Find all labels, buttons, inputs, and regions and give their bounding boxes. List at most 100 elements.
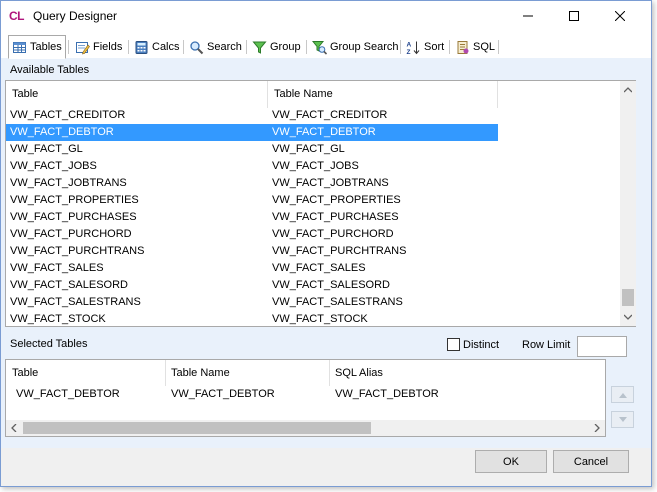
tab-label: Calcs — [152, 41, 180, 53]
minimize-button[interactable] — [505, 1, 551, 31]
tab-label: Tables — [30, 41, 62, 53]
table-row[interactable]: VW_FACT_DEBTOR VW_FACT_DEBTOR — [6, 124, 498, 141]
tab-separator — [68, 40, 69, 54]
distinct-checkbox[interactable] — [447, 338, 460, 351]
scroll-down-icon[interactable] — [624, 314, 632, 320]
selected-tables-label: Selected Tables — [10, 338, 88, 350]
table-row[interactable]: VW_FACT_STOCK VW_FACT_STOCK — [6, 311, 498, 328]
scroll-up-icon[interactable] — [624, 87, 632, 93]
tab-group[interactable]: Group — [249, 36, 304, 58]
cell-sql-alias: VW_FACT_DEBTOR — [335, 388, 439, 400]
cell-table-name: VW_FACT_PURCHASES — [272, 211, 399, 223]
table-row[interactable]: VW_FACT_PROPERTIES VW_FACT_PROPERTIES — [6, 192, 498, 209]
tab-calcs[interactable]: Calcs — [131, 36, 183, 58]
tab-separator — [449, 40, 450, 54]
sort-az-icon: A Z — [407, 41, 420, 55]
column-header-table-name[interactable]: Table Name — [171, 367, 230, 379]
table-row[interactable]: VW_FACT_GL VW_FACT_GL — [6, 141, 498, 158]
tab-separator — [400, 40, 401, 54]
maximize-button[interactable] — [551, 1, 597, 31]
arrow-up-icon — [618, 392, 627, 398]
available-tables-grid[interactable]: Table Table Name VW_FACT_CREDITOR VW_FACT… — [5, 80, 636, 327]
svg-text:Z: Z — [407, 49, 411, 55]
move-up-button[interactable] — [611, 386, 634, 403]
ok-button[interactable]: OK — [475, 450, 547, 473]
column-divider[interactable] — [497, 81, 498, 108]
close-button[interactable] — [597, 1, 643, 31]
funnel-icon — [252, 41, 267, 54]
table-row[interactable]: VW_FACT_DEBTOR VW_FACT_DEBTOR VW_FACT_DE… — [6, 386, 586, 403]
cell-table-name: VW_FACT_JOBS — [272, 160, 359, 172]
tab-separator — [183, 40, 184, 54]
cell-table: VW_FACT_PURCHORD — [10, 228, 132, 240]
column-divider[interactable] — [329, 360, 330, 386]
table-row[interactable]: VW_FACT_PURCHTRANS VW_FACT_PURCHTRANS — [6, 243, 498, 260]
cell-table-name: VW_FACT_SALESTRANS — [272, 296, 403, 308]
cell-table-name: VW_FACT_GL — [272, 143, 345, 155]
cell-table-name: VW_FACT_SALES — [272, 262, 366, 274]
svg-text:A: A — [407, 41, 412, 48]
title-bar: CL Query Designer — [1, 1, 651, 32]
selected-tables-grid[interactable]: Table Table Name SQL Alias VW_FACT_DEBTO… — [5, 359, 606, 437]
table-row[interactable]: VW_FACT_JOBTRANS VW_FACT_JOBTRANS — [6, 175, 498, 192]
tab-sort[interactable]: A Z Sort — [403, 36, 447, 58]
fields-edit-icon — [76, 41, 90, 54]
scroll-right-icon[interactable] — [594, 424, 600, 432]
table-row[interactable]: VW_FACT_JOBS VW_FACT_JOBS — [6, 158, 498, 175]
cell-table-name: VW_FACT_STOCK — [272, 313, 368, 325]
cell-table: VW_FACT_PURCHASES — [10, 211, 137, 223]
app-logo: CL — [9, 9, 25, 23]
vertical-scrollbar[interactable] — [620, 81, 636, 326]
scrollbar-thumb[interactable] — [23, 422, 371, 434]
tab-strip: Tables Fields Calcs Search Group Group S… — [6, 35, 647, 59]
column-divider[interactable] — [267, 81, 268, 108]
tab-separator — [498, 40, 499, 54]
table-row[interactable]: VW_FACT_SALESORD VW_FACT_SALESORD — [6, 277, 498, 294]
tab-fields[interactable]: Fields — [72, 36, 125, 58]
tab-tables[interactable]: Tables — [8, 35, 66, 59]
cell-table: VW_FACT_PROPERTIES — [10, 194, 139, 206]
cell-table-name: VW_FACT_PURCHTRANS — [272, 245, 407, 257]
tab-sql[interactable]: SQL — [452, 36, 498, 58]
magnifier-icon — [190, 40, 204, 54]
move-down-button[interactable] — [611, 411, 634, 428]
column-header-table[interactable]: Table — [12, 88, 38, 100]
column-header-table[interactable]: Table — [12, 367, 38, 379]
minimize-icon — [523, 15, 533, 17]
table-row[interactable]: VW_FACT_PURCHASES VW_FACT_PURCHASES — [6, 209, 498, 226]
table-row[interactable]: VW_FACT_SALES VW_FACT_SALES — [6, 260, 498, 277]
table-row[interactable]: VW_FACT_SALESTRANS VW_FACT_SALESTRANS — [6, 294, 498, 311]
column-header-sql-alias[interactable]: SQL Alias — [335, 367, 383, 379]
window-title: Query Designer — [33, 9, 118, 23]
distinct-label: Distinct — [463, 339, 500, 351]
column-divider[interactable] — [165, 360, 166, 386]
sql-script-icon — [457, 40, 469, 54]
cell-table: VW_FACT_STOCK — [10, 313, 106, 325]
cell-table: VW_FACT_SALES — [10, 262, 104, 274]
close-icon — [615, 11, 625, 21]
available-tables-label: Available Tables — [10, 64, 90, 76]
table-row[interactable]: VW_FACT_PURCHORD VW_FACT_PURCHORD — [6, 226, 498, 243]
cell-table-name: VW_FACT_CREDITOR — [272, 109, 388, 121]
tab-separator — [246, 40, 247, 54]
maximize-icon — [569, 11, 579, 21]
tab-label: Fields — [93, 41, 123, 53]
row-limit-input[interactable] — [577, 336, 627, 357]
cell-table-name: VW_FACT_DEBTOR — [171, 388, 275, 400]
tab-group-search[interactable]: Group Search — [309, 36, 401, 58]
cell-table-name: VW_FACT_JOBTRANS — [272, 177, 389, 189]
column-header-table-name[interactable]: Table Name — [274, 88, 333, 100]
cell-table-name: VW_FACT_DEBTOR — [272, 126, 376, 138]
cell-table: VW_FACT_JOBS — [10, 160, 97, 172]
cancel-button[interactable]: Cancel — [553, 450, 629, 473]
scroll-left-icon[interactable] — [11, 424, 17, 432]
cell-table: VW_FACT_SALESTRANS — [10, 296, 141, 308]
tab-label: Search — [207, 41, 242, 53]
horizontal-scrollbar[interactable] — [6, 420, 605, 436]
table-row[interactable]: VW_FACT_CREDITOR VW_FACT_CREDITOR — [6, 107, 498, 124]
tab-search[interactable]: Search — [186, 36, 245, 58]
scrollbar-thumb[interactable] — [622, 289, 634, 306]
cell-table: VW_FACT_DEBTOR — [16, 388, 120, 400]
calculator-icon — [135, 40, 148, 54]
tab-label: Group Search — [330, 41, 399, 53]
